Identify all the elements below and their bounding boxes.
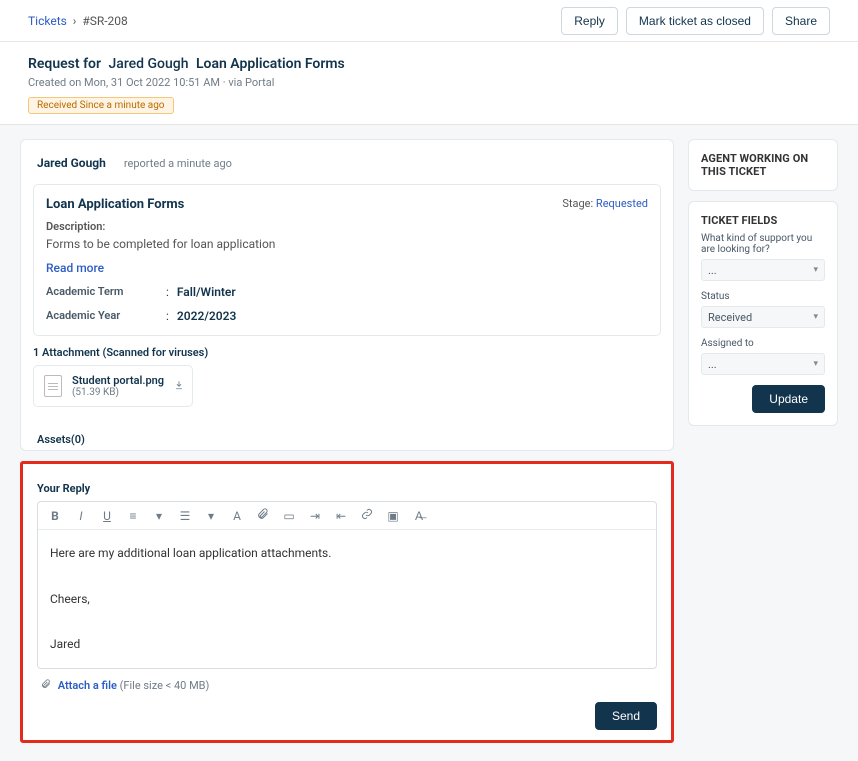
field-value: 2022/2023 (177, 309, 236, 323)
field-key: Academic Term (46, 285, 166, 299)
share-button[interactable]: Share (772, 7, 830, 35)
bold-icon[interactable]: B (48, 509, 62, 523)
image-icon[interactable]: ▣ (386, 509, 400, 523)
clear-format-icon[interactable]: A̶ (412, 509, 426, 523)
ordered-list-icon[interactable]: ≡ (126, 509, 140, 523)
assets-header[interactable]: Assets(0) (33, 427, 661, 446)
underline-icon[interactable]: U (100, 509, 114, 523)
description-text: Forms to be completed for loan applicati… (46, 237, 648, 251)
stage-label: Stage: (562, 197, 593, 210)
description-label: Description: (46, 220, 648, 233)
breadcrumb-current: #SR-208 (82, 14, 127, 28)
request-for-label: Request for (28, 56, 101, 72)
editor-toolbar: B I U ≡ ▾ ☰ ▾ A ▭ ⇥ ⇤ (38, 502, 656, 530)
author-time: reported a minute ago (124, 157, 232, 170)
created-meta: Created on Mon, 31 Oct 2022 10:51 AM · v… (28, 76, 830, 89)
link-icon[interactable] (360, 508, 374, 523)
status-tag: Received Since a minute ago (28, 97, 174, 114)
download-icon[interactable] (174, 379, 184, 393)
breadcrumb-root[interactable]: Tickets (28, 14, 67, 28)
format-dropdown-icon[interactable]: ▾ (204, 509, 218, 523)
support-type-label: What kind of support you are looking for… (701, 233, 825, 255)
reply-button[interactable]: Reply (561, 7, 618, 35)
requester-name: Jared Gough (105, 56, 193, 72)
ticket-fields-panel: TICKET FIELDS What kind of support you a… (688, 201, 838, 426)
agent-panel-title: AGENT WORKING ON THIS TICKET (701, 152, 825, 178)
update-button[interactable]: Update (752, 385, 825, 413)
italic-icon[interactable]: I (74, 509, 88, 523)
unordered-list-icon[interactable]: ☰ (178, 509, 192, 523)
font-size-icon[interactable]: ▾ (152, 509, 166, 523)
assigned-to-label: Assigned to (701, 338, 825, 349)
reply-editor[interactable]: Here are my additional loan application … (38, 530, 656, 668)
outdent-icon[interactable]: ⇤ (334, 509, 348, 523)
field-value: Fall/Winter (177, 285, 236, 299)
request-detail-card: Loan Application Forms Stage: Requested … (33, 184, 661, 336)
attachment-name: Student portal.png (72, 374, 164, 387)
mark-closed-button[interactable]: Mark ticket as closed (626, 7, 764, 35)
send-button[interactable]: Send (595, 702, 657, 730)
breadcrumb: Tickets › #SR-208 (28, 14, 128, 28)
assigned-to-select[interactable]: ... (701, 353, 825, 375)
attachment-icon[interactable] (256, 508, 270, 523)
code-icon[interactable]: ▭ (282, 509, 296, 523)
support-type-select[interactable]: ... (701, 259, 825, 281)
read-more-link[interactable]: Read more (46, 261, 104, 275)
attachment-size: (51.39 KB) (72, 387, 164, 398)
detail-title: Loan Application Forms (46, 197, 648, 212)
author-name: Jared Gough (37, 156, 106, 170)
text-color-icon[interactable]: A (230, 509, 244, 523)
attachment-item[interactable]: Student portal.png (51.39 KB) (33, 365, 193, 407)
attach-file-hint: (File size < 40 MB) (120, 679, 210, 692)
field-key: Academic Year (46, 309, 166, 323)
status-label: Status (701, 291, 825, 302)
attachment-note: 1 Attachment (Scanned for viruses) (33, 346, 661, 359)
file-icon (44, 375, 62, 397)
reply-label: Your Reply (37, 482, 657, 495)
indent-icon[interactable]: ⇥ (308, 509, 322, 523)
ticket-subject: Loan Application Forms (196, 56, 345, 72)
stage-value: Requested (596, 197, 648, 210)
reply-section: Your Reply B I U ≡ ▾ ☰ ▾ A ▭ ⇥ ⇤ (20, 461, 674, 743)
agent-panel: AGENT WORKING ON THIS TICKET (688, 139, 838, 191)
attach-file-link[interactable]: Attach a file (58, 679, 117, 692)
fields-panel-title: TICKET FIELDS (701, 214, 825, 227)
clip-icon (41, 679, 54, 692)
status-select[interactable]: Received (701, 306, 825, 328)
